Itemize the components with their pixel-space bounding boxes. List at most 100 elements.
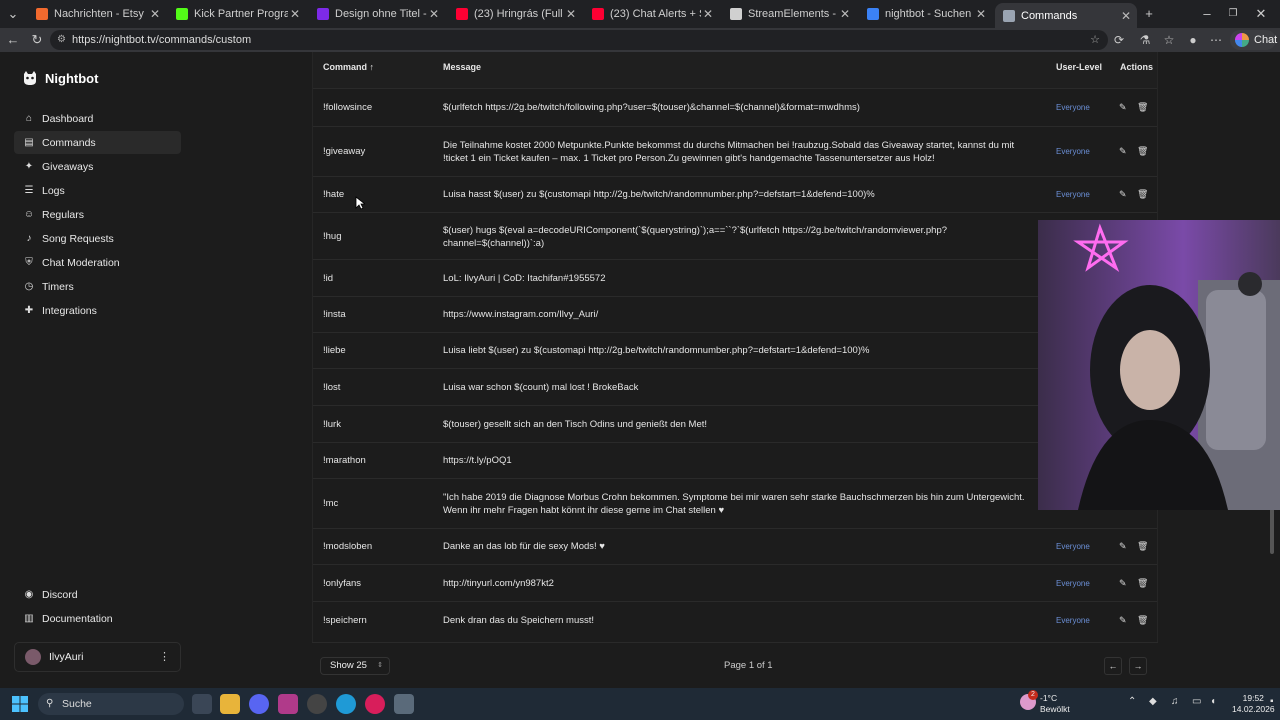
sidebar-item-commands[interactable]: ▤ Commands: [14, 131, 181, 154]
delete-icon[interactable]: 🗑: [1137, 189, 1148, 200]
tab-kick[interactable]: Kick Partner Program - Kick✕: [168, 3, 306, 25]
brand[interactable]: Nightbot: [22, 70, 98, 86]
windows-start-icon[interactable]: [12, 696, 28, 712]
command-message: http://tinyurl.com/yn987kt2: [443, 578, 554, 589]
edit-icon[interactable]: ✎: [1119, 189, 1127, 200]
tab-hringras[interactable]: (23) Hringrás (Full Album✕: [448, 3, 582, 25]
sidebar-item-song-requests[interactable]: ♪ Song Requests: [14, 227, 181, 250]
discord-app-icon[interactable]: [249, 694, 269, 714]
back-icon[interactable]: ←: [4, 31, 22, 49]
app-icon[interactable]: [278, 694, 298, 714]
delete-icon[interactable]: 🗑: [1137, 541, 1148, 552]
col-message-header: Message: [443, 62, 482, 72]
site-info-icon[interactable]: ⚙: [57, 30, 66, 50]
edge-icon[interactable]: [336, 694, 356, 714]
game-app-icon[interactable]: [394, 694, 414, 714]
tab-favicon-icon: [456, 8, 468, 20]
tray-chevron-icon[interactable]: ⌃: [1128, 696, 1136, 707]
tab-close-icon[interactable]: ✕: [288, 7, 302, 21]
minimize-icon[interactable]: –: [1198, 5, 1216, 23]
sidebar-item-label: Integrations: [42, 304, 97, 317]
tab-close-icon[interactable]: ✕: [148, 7, 162, 21]
sidebar-item-dashboard[interactable]: ⌂ Dashboard: [14, 107, 181, 130]
tab-close-icon[interactable]: ✕: [564, 7, 578, 21]
tab-nightbot-search[interactable]: nightbot - Suchen ✕: [859, 3, 992, 25]
maximize-icon[interactable]: ❐: [1224, 5, 1242, 23]
app-pin-icon[interactable]: [365, 694, 385, 714]
new-tab-button[interactable]: +: [1140, 5, 1158, 23]
microphone-icon[interactable]: ♫: [1171, 696, 1179, 707]
sidebar-item-logs[interactable]: ☰ Logs: [14, 179, 181, 202]
sidebar-scrollbar[interactable]: [194, 52, 204, 688]
sidebar-item-regulars[interactable]: ☺ Regulars: [14, 203, 181, 226]
clock[interactable]: 19:52 14.02.2026: [1232, 693, 1275, 715]
sidebar-item-chat-moderation[interactable]: ⛨ Chat Moderation: [14, 251, 181, 274]
more-menu-icon[interactable]: ⋯: [1207, 31, 1225, 49]
user-level-badge: Everyone: [1056, 147, 1090, 156]
page-size-select[interactable]: Show 25 ⇕: [320, 657, 390, 675]
weather-text: Bewölkt: [1040, 704, 1070, 714]
command-name: !hug: [323, 231, 342, 242]
notification-icon[interactable]: ▪: [1270, 696, 1274, 707]
table-row: !marathon https://t.ly/pOQ1: [313, 442, 1157, 478]
delete-icon[interactable]: 🗑: [1137, 615, 1148, 626]
sidebar-item-discord[interactable]: ◉ Discord: [14, 583, 181, 606]
sidebar-item-timers[interactable]: ◷ Timers: [14, 275, 181, 298]
delete-icon[interactable]: 🗑: [1137, 146, 1148, 157]
profile-avatar[interactable]: ●: [1184, 31, 1202, 49]
address-bar: ← ↻ ⚙ https://nightbot.tv/commands/custo…: [0, 28, 1280, 52]
obs-icon[interactable]: [307, 694, 327, 714]
chat-button[interactable]: Chat: [1230, 30, 1277, 50]
user-level-badge: Everyone: [1056, 616, 1090, 625]
edit-icon[interactable]: ✎: [1119, 578, 1127, 589]
window-close-icon[interactable]: ✕: [1252, 5, 1270, 23]
delete-icon[interactable]: 🗑: [1137, 102, 1148, 113]
col-command-header[interactable]: Command ↑: [323, 62, 374, 72]
tab-design[interactable]: Design ohne Titel - A4✕: [309, 3, 445, 25]
table-row: !onlyfans http://tinyurl.com/yn987kt2 Ever…: [313, 564, 1157, 601]
tab-close-icon[interactable]: ✕: [427, 7, 441, 21]
edit-icon[interactable]: ✎: [1119, 102, 1127, 113]
url-field[interactable]: ⚙ https://nightbot.tv/commands/custom ☆: [50, 30, 1108, 50]
sidebar-item-giveaways[interactable]: ✦ Giveaways: [14, 155, 181, 178]
bookmark-star-icon[interactable]: ☆: [1090, 30, 1100, 50]
tab-close-icon[interactable]: ✕: [701, 7, 715, 21]
edit-icon[interactable]: ✎: [1119, 541, 1127, 552]
tab-close-icon[interactable]: ✕: [974, 7, 988, 21]
reload-icon[interactable]: ↻: [28, 31, 46, 49]
task-view-icon[interactable]: [192, 694, 212, 714]
next-page-button[interactable]: →: [1129, 657, 1147, 675]
avatar: [25, 649, 41, 665]
user-menu-dots-icon[interactable]: ⋮: [159, 650, 170, 663]
tray-app-icon[interactable]: ◆: [1149, 696, 1157, 707]
edit-icon[interactable]: ✎: [1119, 615, 1127, 626]
tab-chat-alerts[interactable]: (23) Chat Alerts + Spiele für✕: [584, 3, 719, 25]
delete-icon[interactable]: 🗑: [1137, 578, 1148, 589]
volume-icon[interactable]: ◖: [1210, 696, 1216, 707]
sidebar-item-label: Chat Moderation: [42, 256, 120, 269]
sidebar-item-integrations[interactable]: ✚ Integrations: [14, 299, 181, 322]
taskbar-search[interactable]: ⚲ Suche: [38, 693, 184, 715]
edit-icon[interactable]: ✎: [1119, 146, 1127, 157]
favorites-icon[interactable]: ☆: [1160, 31, 1178, 49]
extensions-icon[interactable]: ⚗: [1136, 31, 1154, 49]
col-actions-header: Actions: [1120, 62, 1154, 72]
network-icon[interactable]: ▭: [1192, 696, 1201, 707]
tab-title: Commands: [1021, 9, 1078, 22]
command-name: !mc: [323, 498, 339, 509]
prev-page-button[interactable]: ←: [1104, 657, 1122, 675]
tab-close-icon[interactable]: ✕: [838, 7, 852, 21]
user-menu[interactable]: IlvyAuri ⋮: [14, 642, 181, 672]
tab-etsy[interactable]: Nachrichten - Etsy ✕: [28, 3, 166, 25]
tab-list-icon[interactable]: ⌄: [4, 5, 22, 23]
tab-close-icon[interactable]: ✕: [1119, 9, 1133, 23]
clock-date: 14.02.2026: [1232, 704, 1275, 714]
command-name: !followsince: [323, 102, 373, 113]
table-row: !speichern Denk dran das du Speichern mus…: [313, 601, 1157, 638]
tab-commands[interactable]: Commands ✕: [995, 3, 1137, 28]
tab-streamelements[interactable]: StreamElements - Custom co✕: [722, 3, 856, 25]
sidebar-item-documentation[interactable]: ▥ Documentation: [14, 607, 181, 630]
command-name: !giveaway: [323, 146, 366, 157]
extension-refresh-icon[interactable]: ⟳: [1110, 31, 1128, 49]
file-explorer-icon[interactable]: [220, 694, 240, 714]
